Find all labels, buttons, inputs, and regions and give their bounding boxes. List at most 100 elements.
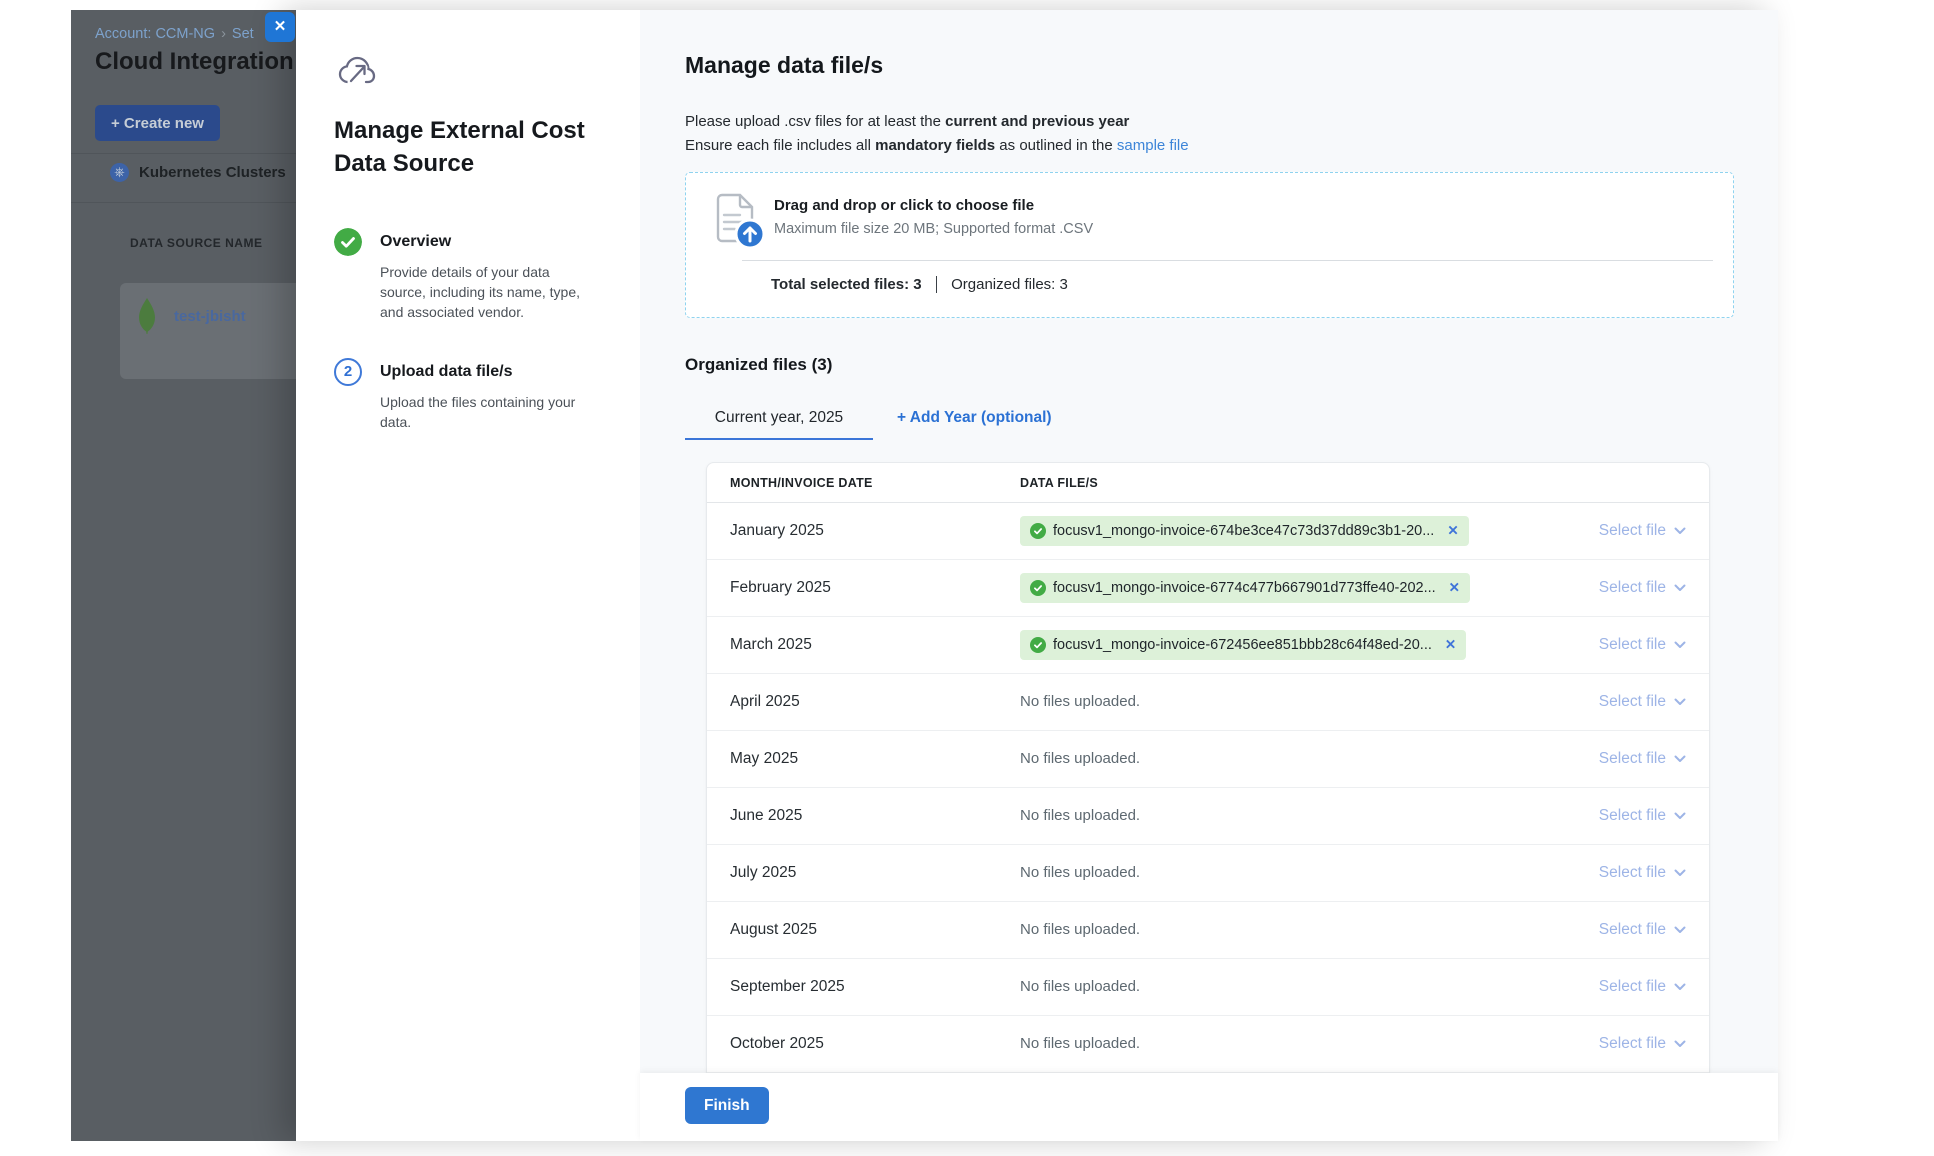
instruction-text: as outlined in the (995, 137, 1117, 154)
file-uploaded-check-icon (1030, 580, 1046, 596)
content-heading: Manage data file/s (685, 52, 883, 79)
total-selected-files: Total selected files: 3 (771, 276, 922, 293)
file-uploaded-check-icon (1030, 637, 1046, 653)
file-cell: No files uploaded. (1020, 807, 1536, 825)
table-row: June 2025 No files uploaded. Select file (707, 788, 1709, 845)
table-row: July 2025 No files uploaded. Select file (707, 845, 1709, 902)
file-cell: No files uploaded. (1020, 978, 1536, 996)
kubernetes-icon: ⎈ (110, 163, 129, 182)
tab-current-year[interactable]: Current year, 2025 (685, 398, 873, 440)
month-cell: August 2025 (730, 921, 1020, 939)
file-cell: focusv1_mongo-invoice-6774c477b667901d77… (1020, 573, 1536, 603)
divider (936, 276, 938, 293)
file-cell: No files uploaded. (1020, 693, 1536, 711)
finish-button[interactable]: Finish (685, 1087, 769, 1124)
select-file-label: Select file (1599, 693, 1666, 711)
file-cell: focusv1_mongo-invoice-672456ee851bbb28c6… (1020, 630, 1536, 660)
chevron-down-icon (1674, 527, 1686, 535)
upload-instructions: Please upload .csv files for at least th… (685, 110, 1189, 158)
tab-kubernetes-clusters: ⎈ Kubernetes Clusters (110, 163, 286, 182)
instruction-line-1: Please upload .csv files for at least th… (685, 110, 1189, 134)
remove-file-button[interactable]: ✕ (1445, 638, 1456, 652)
data-source-card: test-jbisht (120, 283, 296, 379)
breadcrumb-separator: › (221, 26, 226, 42)
empty-text: No files uploaded. (1020, 921, 1140, 938)
select-file-dropdown[interactable]: Select file (1536, 750, 1686, 768)
file-uploaded-check-icon (1030, 523, 1046, 539)
close-drawer-button[interactable]: ✕ (265, 12, 295, 42)
instruction-text: Please upload .csv files for at least th… (685, 113, 945, 130)
select-file-label: Select file (1599, 579, 1666, 597)
instruction-line-2: Ensure each file includes all mandatory … (685, 134, 1189, 158)
month-cell: April 2025 (730, 693, 1020, 711)
remove-file-button[interactable]: ✕ (1449, 581, 1460, 595)
manage-data-source-drawer: Manage External Cost Data Source Overvie… (296, 10, 1778, 1141)
empty-text: No files uploaded. (1020, 978, 1140, 995)
chevron-down-icon (1674, 1040, 1686, 1048)
files-table-header: MONTH/INVOICE DATE DATA FILE/S (707, 463, 1709, 503)
select-file-dropdown[interactable]: Select file (1536, 921, 1686, 939)
create-new-button: + Create new (95, 105, 220, 141)
table-row: February 2025 focusv1_mongo-invoice-6774… (707, 560, 1709, 617)
empty-text: No files uploaded. (1020, 1035, 1140, 1052)
month-cell: October 2025 (730, 1035, 1020, 1053)
breadcrumb-section-link: Set (232, 26, 254, 42)
table-row: March 2025 focusv1_mongo-invoice-672456e… (707, 617, 1709, 674)
step-overview-description: Provide details of your data source, inc… (380, 262, 592, 322)
drawer-title: Manage External Cost Data Source (334, 114, 590, 180)
instruction-text: Ensure each file includes all (685, 137, 875, 154)
stepper-panel: Manage External Cost Data Source Overvie… (296, 10, 640, 1141)
file-chip: focusv1_mongo-invoice-6774c477b667901d77… (1020, 573, 1470, 603)
sample-file-link[interactable]: sample file (1117, 137, 1189, 154)
select-file-dropdown[interactable]: Select file (1536, 636, 1686, 654)
select-file-dropdown[interactable]: Select file (1536, 579, 1686, 597)
select-file-dropdown[interactable]: Select file (1536, 864, 1686, 882)
chevron-down-icon (1674, 869, 1686, 877)
select-file-dropdown[interactable]: Select file (1536, 1035, 1686, 1053)
empty-text: No files uploaded. (1020, 693, 1140, 710)
upload-step-content: Manage data file/s Please upload .csv fi… (640, 10, 1778, 1073)
select-file-label: Select file (1599, 978, 1666, 996)
file-dropzone[interactable]: Drag and drop or click to choose file Ma… (685, 172, 1734, 318)
page-title: Cloud Integration (95, 48, 294, 76)
table-row: October 2025 No files uploaded. Select f… (707, 1016, 1709, 1073)
table-row: May 2025 No files uploaded. Select file (707, 731, 1709, 788)
add-year-button[interactable]: + Add Year (optional) (897, 398, 1052, 440)
file-cell: No files uploaded. (1020, 864, 1536, 882)
select-file-dropdown[interactable]: Select file (1536, 978, 1686, 996)
file-chip-name: focusv1_mongo-invoice-6774c477b667901d77… (1053, 580, 1436, 596)
select-file-dropdown[interactable]: Select file (1536, 522, 1686, 540)
divider (742, 260, 1713, 261)
select-file-dropdown[interactable]: Select file (1536, 693, 1686, 711)
organized-files-heading: Organized files (3) (685, 355, 832, 375)
close-icon: ✕ (274, 18, 287, 35)
file-chip: focusv1_mongo-invoice-674be3ce47c73d37dd… (1020, 516, 1469, 546)
column-month-invoice-date: MONTH/INVOICE DATE (730, 476, 1020, 490)
empty-text: No files uploaded. (1020, 807, 1140, 824)
select-file-label: Select file (1599, 522, 1666, 540)
month-cell: February 2025 (730, 579, 1020, 597)
file-chip-name: focusv1_mongo-invoice-674be3ce47c73d37dd… (1053, 523, 1434, 539)
upload-file-icon (714, 193, 768, 251)
file-totals: Total selected files: 3 Organized files:… (771, 276, 1068, 293)
select-file-dropdown[interactable]: Select file (1536, 807, 1686, 825)
instruction-bold-text: current and previous year (945, 113, 1129, 130)
chevron-down-icon (1674, 698, 1686, 706)
mongodb-leaf-icon (138, 298, 156, 334)
chevron-down-icon (1674, 983, 1686, 991)
step-upload-label: Upload data file/s (380, 363, 512, 381)
year-tabs: Current year, 2025 + Add Year (optional) (685, 398, 1052, 440)
file-chip: focusv1_mongo-invoice-672456ee851bbb28c6… (1020, 630, 1466, 660)
remove-file-button[interactable]: ✕ (1447, 524, 1458, 538)
table-row: January 2025 focusv1_mongo-invoice-674be… (707, 503, 1709, 560)
dimmed-background-page: Account: CCM-NG›Set Cloud Integration + … (71, 10, 296, 1141)
app-frame: Account: CCM-NG›Set Cloud Integration + … (71, 10, 1778, 1141)
column-data-files: DATA FILE/S (1020, 476, 1536, 490)
chevron-down-icon (1674, 755, 1686, 763)
file-rows: January 2025 focusv1_mongo-invoice-674be… (707, 503, 1709, 1073)
data-source-link: test-jbisht (174, 308, 246, 325)
file-cell: No files uploaded. (1020, 921, 1536, 939)
chevron-down-icon (1674, 926, 1686, 934)
select-file-label: Select file (1599, 921, 1666, 939)
month-cell: June 2025 (730, 807, 1020, 825)
